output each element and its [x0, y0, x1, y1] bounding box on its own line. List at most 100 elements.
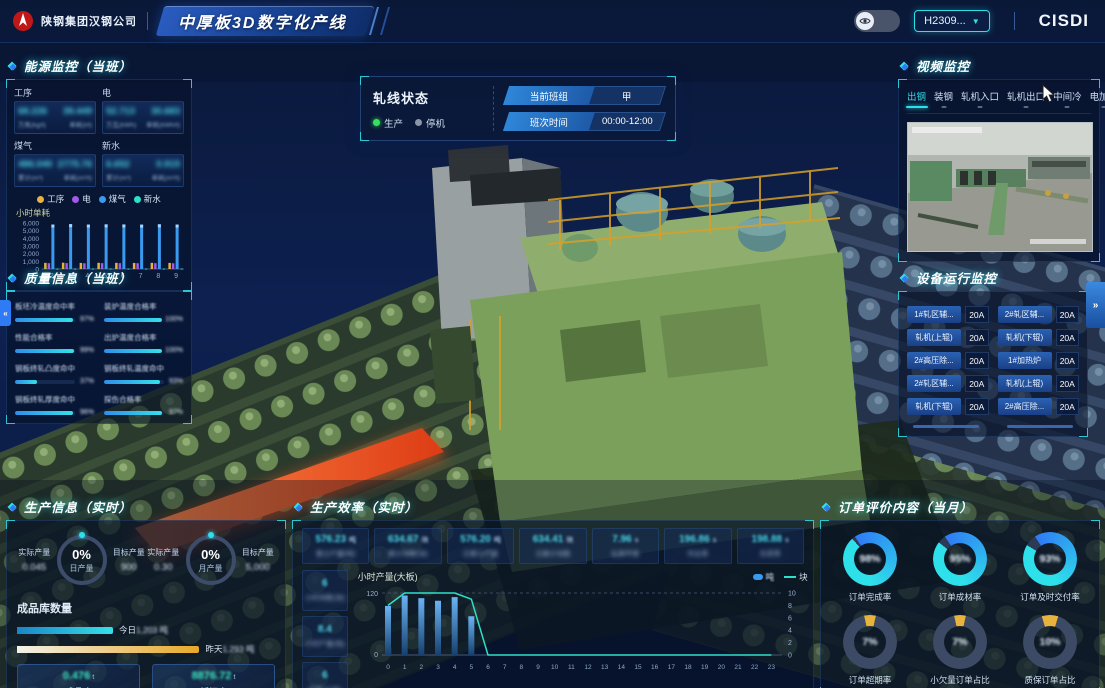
gauge-target: 目标产量900 — [112, 547, 147, 573]
energy-unit: 单耗(m³/t) — [151, 172, 180, 182]
page-title: 中厚板3D数字化产线 — [178, 9, 346, 33]
quality-progress-track — [15, 380, 75, 384]
hourly-chart-title: 小时产量(大板) — [358, 570, 418, 583]
order-gauge-label: 订单完成率 — [849, 591, 892, 603]
status-ribbons: 当前班组甲班次时间00:00-12:00 — [506, 86, 663, 131]
stat-value: 7.96 s — [595, 534, 656, 545]
state-dot-icon — [373, 119, 380, 126]
order-gauge-value: 7% — [933, 615, 987, 669]
energy-section: 工序68.22639.449万焦(kg/t)单耗(t/t) — [14, 85, 96, 134]
device-panel-title: 设备运行监控 — [898, 268, 1088, 287]
legend-item: 块 — [784, 571, 808, 583]
legend-item: 吨 — [753, 571, 775, 583]
svg-text:21: 21 — [734, 664, 742, 671]
gauge-target-value: 5,000 — [241, 562, 276, 573]
energy-value: 486.040 — [18, 159, 52, 170]
legend-label: 新水 — [144, 193, 161, 205]
chevron-down-icon: ▼ — [972, 17, 980, 26]
stat-value: 634.67 块 — [377, 534, 438, 545]
quality-progress-track — [15, 411, 75, 415]
camera-select-dropdown[interactable]: H2309... ▼ — [914, 10, 990, 32]
stat-label: 作业率 — [667, 549, 728, 559]
frame-corner — [1091, 520, 1100, 529]
energy-legend: 工序电煤气新水 — [14, 193, 184, 205]
video-tab-电加热[interactable]: 电加热 — [1090, 89, 1105, 108]
tab-underline — [906, 106, 928, 108]
frame-corner — [1091, 253, 1100, 262]
frame-corner — [277, 520, 286, 529]
energy-section-name: 电 — [102, 86, 184, 99]
gauge-percent: 0% — [201, 547, 220, 562]
quality-item: 板坯冷温度命中率97% — [15, 301, 94, 323]
stat-unit: 吨 — [492, 537, 501, 544]
efficiency-stat: 576.20 吨日累计产量 — [447, 528, 514, 564]
device-item: 2#高压除...20A — [998, 398, 1080, 415]
video-tab-出钢[interactable]: 出钢 — [907, 89, 926, 108]
inventory-bar: 昨天1,293 吨 — [17, 643, 275, 655]
video-camera-tabs: 出钢装钢轧机入口轧机出口中间冷电加热 — [907, 82, 1091, 114]
frame-corner — [805, 520, 814, 529]
svg-text:11: 11 — [568, 664, 575, 671]
svg-text:15: 15 — [634, 664, 642, 671]
video-tab-轧机入口[interactable]: 轧机入口 — [961, 89, 999, 108]
status-ribbon: 当前班组甲 — [503, 86, 666, 105]
energy-chart-title: 小时单耗 — [16, 207, 184, 219]
device-scrollbar-right[interactable] — [1007, 425, 1073, 428]
frame-corner — [183, 79, 192, 88]
stat-value: 576.23 吨 — [305, 534, 366, 545]
inventory-bar-label: 今日 — [119, 625, 136, 635]
line-state: 生产 — [373, 116, 403, 130]
gauge-target-value: 900 — [112, 562, 147, 573]
warehouse-box: 0.476t成品库 — [17, 664, 140, 688]
svg-text:3: 3 — [436, 664, 440, 671]
device-name: 轧机(下辊) — [998, 329, 1052, 346]
warehouse-value: 8876.72t — [192, 670, 236, 682]
svg-text:10: 10 — [788, 591, 796, 598]
energy-value: 0.915 — [156, 159, 180, 170]
legend-item: 新水 — [134, 193, 161, 205]
video-tab-装钢[interactable]: 装钢 — [934, 89, 953, 108]
device-item: 轧机(上辊)20A — [907, 329, 989, 346]
diamond-icon — [820, 501, 832, 513]
gauge-actual-value: 0.30 — [146, 562, 181, 573]
order-gauge: 7%订单超期率 — [825, 612, 915, 688]
quality-item-value: 97% — [167, 409, 183, 416]
quality-item: 钢板终轧厚度命中96% — [15, 394, 94, 416]
svg-text:22: 22 — [751, 664, 759, 671]
energy-unit: 累计(m³) — [106, 172, 131, 182]
video-tab-label: 轧机入口 — [961, 92, 999, 103]
quality-item-value: 99% — [78, 347, 94, 354]
line-status-title: 轧线状态 — [373, 88, 481, 107]
device-item: 轧机(下辊)20A — [998, 329, 1080, 346]
quality-item: 钢板终轧凸度命中37% — [15, 363, 94, 385]
energy-value: 6.652 — [106, 159, 130, 170]
svg-text:2: 2 — [419, 664, 423, 671]
inventory-bar-value: 1,293 吨 — [222, 644, 254, 654]
order-gauge-label: 小欠量订单占比 — [930, 674, 990, 686]
collapse-left-tab[interactable]: « — [0, 300, 11, 326]
eye-icon — [856, 12, 874, 30]
video-tab-中间冷[interactable]: 中间冷 — [1053, 89, 1082, 108]
svg-text:0: 0 — [386, 664, 390, 671]
hourly-chart-legend: 吨块 — [753, 571, 808, 583]
quality-progress-fill — [15, 380, 37, 384]
svg-text:10: 10 — [551, 664, 559, 671]
device-item: 2#轧区辅...20A — [998, 306, 1080, 323]
efficiency-side-stat: 6班累计(块) — [302, 662, 348, 688]
device-current-value: 20A — [965, 352, 989, 369]
energy-unit: 万焦(kg/t) — [18, 119, 46, 129]
device-scrollbar-left[interactable] — [913, 425, 979, 428]
device-item: 2#高压除...20A — [907, 352, 989, 369]
collapse-right-tab[interactable]: » — [1086, 282, 1105, 328]
visibility-toggle[interactable] — [854, 10, 900, 32]
device-name: 2#高压除... — [998, 398, 1052, 415]
video-tab-轧机出口[interactable]: 轧机出口 — [1007, 89, 1045, 108]
frame-corner — [1079, 428, 1088, 437]
video-tab-label: 电加热 — [1090, 92, 1105, 103]
video-panel-title: 视频监控 — [898, 56, 1100, 75]
stat-unit: s — [633, 537, 639, 544]
production-panel-title: 生产信息（实时） — [6, 497, 286, 516]
device-name: 2#轧区辅... — [907, 375, 961, 392]
dashboard-root: 陕钢集团汉钢公司 中厚板3D数字化产线 H2309... ▼ CISDI — [0, 0, 1105, 688]
order-gauge-value: 95% — [933, 532, 987, 586]
